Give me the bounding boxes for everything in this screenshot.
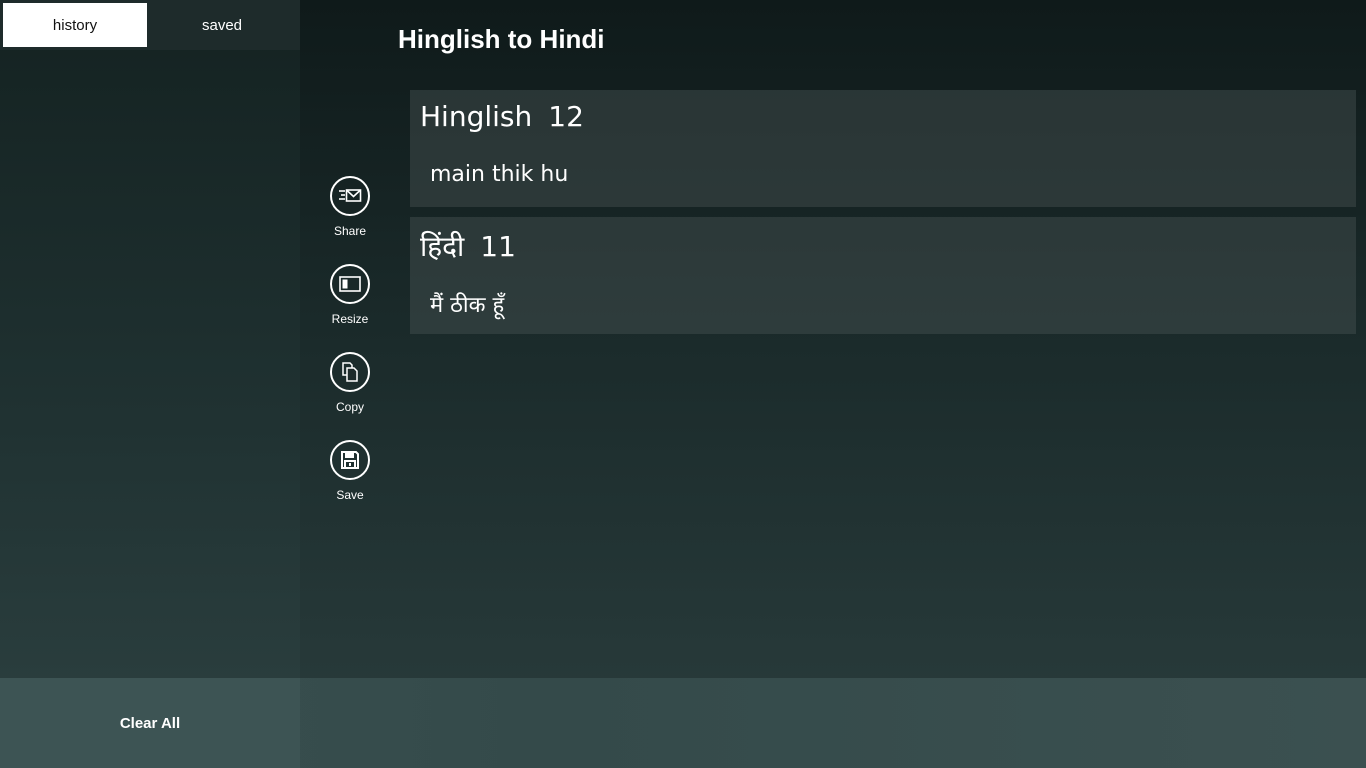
save-button[interactable]: Save — [320, 440, 380, 528]
sidebar-tabs: history saved — [0, 0, 300, 50]
hindi-card[interactable]: हिंदी 11 मैं ठीक हूँ — [410, 217, 1356, 334]
bottom-bar-left: Clear All — [0, 678, 300, 768]
source-char-count: 12 — [548, 100, 584, 133]
share-button[interactable]: Share — [320, 176, 380, 264]
page-title: Hinglish to Hindi — [398, 24, 605, 54]
resize-label: Resize — [331, 312, 369, 326]
source-language-label: Hinglish — [420, 100, 533, 133]
action-bar: Share Resize Copy Save — [320, 176, 380, 528]
resize-button[interactable]: Resize — [320, 264, 380, 352]
save-label: Save — [336, 488, 364, 502]
share-icon — [330, 176, 370, 216]
copy-icon — [330, 352, 370, 392]
copy-button[interactable]: Copy — [320, 352, 380, 440]
tab-saved[interactable]: saved — [150, 3, 294, 47]
bottom-app-bar: Clear All — [0, 678, 1366, 768]
sidebar: history saved — [0, 0, 300, 768]
card-header: हिंदी 11 — [420, 227, 516, 265]
save-icon — [330, 440, 370, 480]
hinglish-card[interactable]: Hinglish 12 main thik hu — [410, 90, 1356, 207]
target-char-count: 11 — [480, 230, 516, 263]
share-label: Share — [333, 224, 367, 238]
target-text[interactable]: मैं ठीक हूँ — [430, 289, 504, 319]
source-text[interactable]: main thik hu — [430, 162, 568, 187]
tab-history[interactable]: history — [3, 3, 147, 47]
clear-all-button[interactable]: Clear All — [0, 678, 300, 768]
card-header: Hinglish 12 — [420, 100, 584, 133]
copy-label: Copy — [335, 400, 364, 414]
target-language-label: हिंदी — [420, 230, 465, 263]
resize-icon — [330, 264, 370, 304]
history-list — [0, 50, 300, 678]
